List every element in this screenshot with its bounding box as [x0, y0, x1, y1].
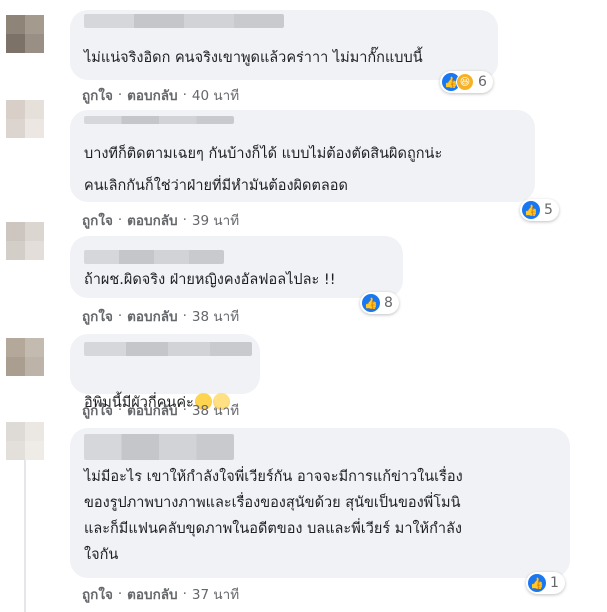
- separator: ·: [117, 586, 123, 602]
- avatar[interactable]: [6, 222, 44, 260]
- comment-bubble: ถ้าผช.ผิดจริง ฝ่ายหญิงคงอัลฟอลไปละ !!: [70, 236, 403, 298]
- like-button[interactable]: ถูกใจ: [82, 305, 113, 327]
- timestamp[interactable]: 37 นาที: [192, 583, 239, 605]
- separator: ·: [182, 308, 187, 324]
- like-button[interactable]: ถูกใจ: [82, 84, 113, 106]
- comment-bubble: บางทีก็ติดตามเฉยๆ กันบ้างก็ได้ แบบไม่ต้อ…: [70, 110, 535, 202]
- avatar[interactable]: [6, 100, 44, 138]
- like-button[interactable]: ถูกใจ: [82, 399, 113, 421]
- separator: ·: [117, 402, 123, 418]
- commenter-name[interactable]: [84, 342, 252, 356]
- reply-button[interactable]: ตอบกลับ: [127, 305, 177, 327]
- separator: ·: [182, 402, 187, 418]
- commenter-name[interactable]: [84, 116, 234, 124]
- comment-bubble: ไม่มีอะไร เขาให้กำลังใจพี่เวียร์กัน อาจจ…: [70, 428, 570, 578]
- separator: ·: [117, 308, 123, 324]
- avatar[interactable]: [6, 422, 44, 460]
- comment-bubble: ไม่แน่จริงอิดก คนจริงเขาพูดแล้วคร่าาา ไม…: [70, 10, 498, 80]
- comment-actions: ถูกใจ · ตอบกลับ · 39 นาที: [82, 209, 239, 231]
- reaction-summary[interactable]: 👍 8: [360, 292, 399, 314]
- reply-button[interactable]: ตอบกลับ: [127, 399, 177, 421]
- commenter-name[interactable]: [84, 434, 234, 460]
- comment-bubble: อิพิมนี้มีผัวกี่คนค่ะ: [70, 334, 260, 411]
- reaction-count: 1: [550, 575, 559, 591]
- reply-button[interactable]: ตอบกลับ: [127, 209, 177, 231]
- reaction-summary[interactable]: 👍 1: [526, 572, 565, 594]
- timestamp[interactable]: 39 นาที: [192, 209, 239, 231]
- comment-text: ถ้าผช.ผิดจริง ฝ่ายหญิงคงอัลฟอลไปละ !!: [84, 272, 336, 288]
- separator: ·: [182, 586, 187, 602]
- timestamp[interactable]: 38 นาที: [192, 399, 239, 421]
- comment-actions: ถูกใจ · ตอบกลับ · 40 นาที: [82, 84, 239, 106]
- separator: ·: [182, 212, 187, 228]
- laughing-face-icon: 😆: [456, 73, 474, 91]
- like-button[interactable]: ถูกใจ: [82, 583, 113, 605]
- comment-actions: ถูกใจ · ตอบกลับ · 38 นาที: [82, 305, 239, 327]
- separator: ·: [182, 87, 187, 103]
- commenter-name[interactable]: [84, 14, 284, 28]
- comment-actions: ถูกใจ · ตอบกลับ · 38 นาที: [82, 399, 239, 421]
- separator: ·: [117, 212, 123, 228]
- separator: ·: [117, 87, 123, 103]
- thumbs-up-icon: 👍: [362, 294, 380, 312]
- thread-line: [24, 440, 26, 612]
- comment-actions: ถูกใจ · ตอบกลับ · 37 นาที: [82, 583, 239, 605]
- comment-text: บางทีก็ติดตามเฉยๆ กันบ้างก็ได้ แบบไม่ต้อ…: [84, 146, 443, 194]
- avatar[interactable]: [6, 338, 44, 376]
- reply-button[interactable]: ตอบกลับ: [127, 583, 177, 605]
- reaction-count: 5: [544, 202, 553, 218]
- reaction-count: 6: [478, 74, 487, 90]
- timestamp[interactable]: 40 นาที: [192, 84, 239, 106]
- reply-button[interactable]: ตอบกลับ: [127, 84, 177, 106]
- thumbs-up-icon: 👍: [528, 574, 546, 592]
- reaction-count: 8: [384, 295, 393, 311]
- reaction-summary[interactable]: 👍 😆 6: [440, 71, 493, 93]
- comment-text: ไม่แน่จริงอิดก คนจริงเขาพูดแล้วคร่าาา ไม…: [84, 50, 423, 66]
- timestamp[interactable]: 38 นาที: [192, 305, 239, 327]
- reaction-summary[interactable]: 👍 5: [520, 199, 559, 221]
- comment-text: ไม่มีอะไร เขาให้กำลังใจพี่เวียร์กัน อาจจ…: [84, 469, 463, 563]
- like-button[interactable]: ถูกใจ: [82, 209, 113, 231]
- avatar[interactable]: [6, 15, 44, 53]
- thumbs-up-icon: 👍: [522, 201, 540, 219]
- commenter-name[interactable]: [84, 250, 224, 264]
